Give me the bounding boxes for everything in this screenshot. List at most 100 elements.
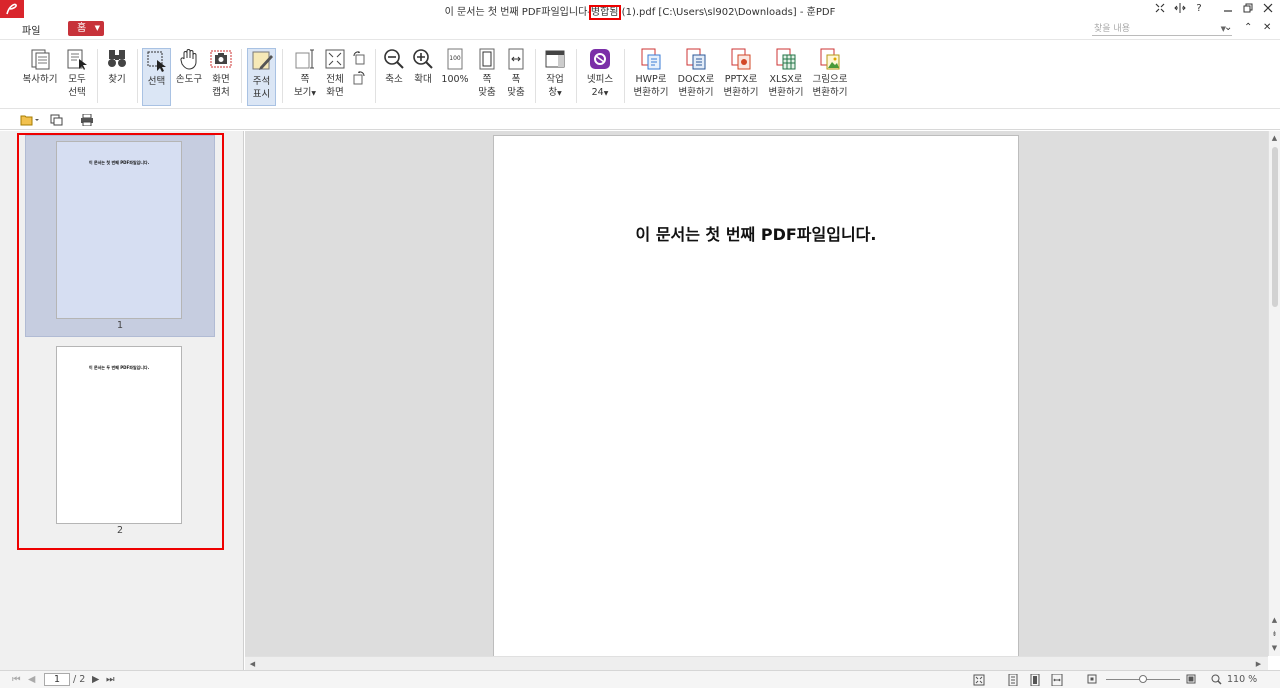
- close-ribbon-icon[interactable]: ✕: [1263, 22, 1271, 33]
- search-input[interactable]: 찾을 내용 ▼: [1092, 22, 1232, 36]
- zoom-100-button[interactable]: 100 100%: [440, 47, 470, 86]
- status-bar: ⏮ ◀ 1 / 2 ▶ ⏭ 110 %: [0, 670, 1280, 688]
- fullscreen-view-icon[interactable]: [973, 674, 985, 688]
- page-down-icon[interactable]: ⇟: [1269, 629, 1280, 639]
- convert-xlsx-button[interactable]: XLSX로 변환하기: [765, 47, 807, 99]
- scroll-up-arrow-icon[interactable]: ▲: [1269, 615, 1280, 625]
- save-pages-icon[interactable]: [50, 114, 64, 129]
- help-button[interactable]: ?: [1191, 3, 1207, 14]
- select-all-button[interactable]: 모두 선택: [62, 47, 92, 99]
- zoom-level[interactable]: 110 %: [1227, 674, 1257, 685]
- quick-toolbar: [0, 110, 1280, 130]
- page-number-input[interactable]: 1: [44, 673, 70, 686]
- first-page-icon[interactable]: ⏮: [12, 674, 21, 685]
- screen-capture-label-2: 캡처: [212, 87, 230, 98]
- chevron-down-icon: ▼: [603, 90, 609, 97]
- title-merged-highlight: 병합됨: [588, 5, 621, 20]
- work-pane-button[interactable]: 작업 창▼: [541, 47, 569, 100]
- ribbon-divider: [97, 49, 98, 103]
- annotation-display-button[interactable]: 주석 표시: [247, 48, 276, 106]
- select-tool-button[interactable]: 선택: [142, 48, 171, 106]
- document-page[interactable]: 이 문서는 첫 번째 PDF파일입니다.: [493, 135, 1019, 660]
- print-icon[interactable]: [80, 113, 94, 129]
- convert-pptx-button[interactable]: PPTX로 변환하기: [720, 47, 762, 99]
- copy-label: 복사하기: [22, 74, 58, 85]
- fit-width-view-icon[interactable]: [1051, 673, 1063, 688]
- vertical-scroll-thumb[interactable]: [1272, 147, 1278, 307]
- tab-file[interactable]: 파일: [22, 22, 40, 37]
- select-all-icon: [65, 47, 89, 71]
- rotate-right-icon[interactable]: [352, 71, 366, 88]
- annotation-label-2: 표시: [252, 89, 271, 100]
- convert-docx-label-2: 변환하기: [678, 87, 714, 98]
- scroll-down-arrow-icon[interactable]: ▼: [1269, 643, 1280, 653]
- fit-page-label-1: 쪽: [482, 74, 492, 85]
- hand-tool-button[interactable]: 손도구: [174, 47, 204, 86]
- scroll-right-arrow-icon[interactable]: ▶: [1253, 659, 1264, 669]
- zoom-slider-knob[interactable]: [1139, 675, 1147, 683]
- zoom-out-small-icon[interactable]: [1087, 674, 1097, 687]
- page-view-label-2: 보기▼: [293, 87, 317, 98]
- hand-icon: [177, 47, 201, 71]
- minimize-button[interactable]: [1220, 3, 1236, 16]
- copy-icon: [28, 47, 52, 71]
- xlsx-file-icon: [774, 47, 798, 71]
- annotation-icon: [250, 49, 274, 73]
- next-page-icon[interactable]: ▶: [92, 674, 99, 685]
- chevron-down-icon: ▼: [557, 90, 562, 97]
- chevron-down-icon[interactable]: ⌄: [1224, 22, 1232, 33]
- zoom-out-icon: [382, 47, 406, 71]
- convert-hwp-label-2: 변환하기: [633, 87, 669, 98]
- fit-width-icon: [504, 47, 528, 71]
- last-page-icon[interactable]: ⏭: [106, 674, 115, 685]
- fullscreen-icon[interactable]: [1152, 3, 1168, 16]
- fit-width-button[interactable]: 폭 맞춤: [503, 47, 529, 99]
- scroll-up-arrow-icon[interactable]: ▲: [1269, 133, 1280, 143]
- zoom-out-button[interactable]: 축소: [381, 47, 407, 86]
- document-view[interactable]: 이 문서는 첫 번째 PDF파일입니다.: [245, 131, 1268, 660]
- scroll-left-arrow-icon[interactable]: ◀: [247, 659, 258, 669]
- fit-page-icon: [475, 47, 499, 71]
- find-button[interactable]: 찾기: [103, 47, 131, 86]
- page-view-icon: [293, 47, 317, 71]
- tab-home[interactable]: 홈 ▼: [68, 21, 104, 36]
- menu-tabs: 파일 홈 ▼ 찾을 내용 ▼ ⌄ ⌃ ✕: [0, 18, 1280, 40]
- screen-capture-button[interactable]: 화면 캡처: [207, 47, 235, 99]
- fit-page-button[interactable]: 쪽 맞춤: [474, 47, 500, 99]
- binoculars-icon: [105, 47, 129, 71]
- previous-page-icon[interactable]: ◀: [28, 674, 35, 685]
- magnifier-icon: [1211, 674, 1222, 688]
- ribbon-divider: [241, 49, 242, 103]
- convert-hwp-button[interactable]: HWP로 변환하기: [630, 47, 672, 99]
- close-button[interactable]: [1260, 3, 1276, 16]
- fit-page-label-2: 맞춤: [478, 87, 496, 98]
- fit-width-label-2: 맞춤: [507, 87, 525, 98]
- restore-button[interactable]: [1240, 3, 1256, 16]
- page-view-button[interactable]: 쪽 보기▼: [290, 47, 320, 100]
- thumbnails-highlight-box: [17, 133, 224, 550]
- split-view-icon[interactable]: [1172, 3, 1188, 16]
- docx-file-icon: [684, 47, 708, 71]
- rotate-left-icon[interactable]: [352, 51, 366, 68]
- page-heading: 이 문서는 첫 번째 PDF파일입니다.: [635, 225, 877, 244]
- convert-image-label-2: 변환하기: [812, 87, 848, 98]
- zoom-in-small-icon[interactable]: [1186, 674, 1196, 687]
- title-bar: 이 문서는 첫 번째 PDF파일입니다-병합됨 (1).pdf [C:\User…: [0, 0, 1280, 20]
- chevron-down-icon: ▼: [311, 90, 317, 97]
- convert-docx-button[interactable]: DOCX로 변환하기: [675, 47, 717, 99]
- continuous-view-icon[interactable]: [1007, 673, 1019, 688]
- open-folder-icon[interactable]: [20, 114, 40, 129]
- find-label: 찾기: [108, 74, 126, 85]
- vertical-scrollbar[interactable]: ▲ ▲ ⇟ ▼: [1268, 131, 1280, 656]
- horizontal-scrollbar[interactable]: ◀ ▶: [245, 656, 1268, 670]
- full-screen-button[interactable]: 전체 화면: [322, 47, 348, 99]
- copy-button[interactable]: 복사하기: [20, 47, 60, 86]
- convert-image-button[interactable]: 그림으로 변환하기: [809, 47, 851, 99]
- select-all-label-1: 모두: [68, 74, 86, 85]
- nexpis24-button[interactable]: 넷피스 24▼: [583, 47, 617, 100]
- fit-width-label-1: 폭: [511, 74, 521, 85]
- zoom-in-label: 확대: [414, 74, 432, 85]
- single-page-view-icon[interactable]: [1029, 673, 1041, 688]
- zoom-in-button[interactable]: 확대: [410, 47, 436, 86]
- chevron-up-icon[interactable]: ⌃: [1244, 22, 1252, 33]
